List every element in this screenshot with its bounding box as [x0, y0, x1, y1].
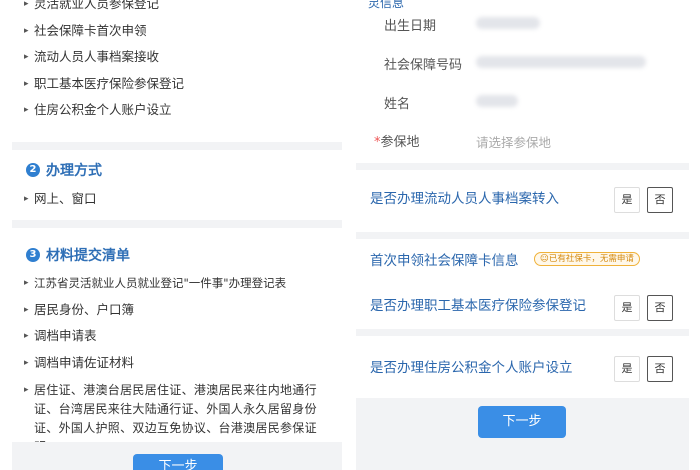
question-housing-fund: 是否办理住房公积金个人账户设立: [370, 360, 573, 376]
matters-list: 灵活就业人员参保登记 社会保障卡首次申领 流动人员人事档案接收 职工基本医疗保险…: [24, 0, 184, 129]
right-panel: 灵信息 出生日期 社会保障号码 姓名 *参保地 请选择参保地 是否办理流动人员人…: [356, 0, 689, 470]
list-item: 住房公积金个人账户设立: [24, 102, 184, 129]
no-button[interactable]: 否: [647, 295, 673, 321]
name-label: 姓名: [384, 97, 411, 112]
section-title-text: 材料提交清单: [46, 248, 130, 264]
section-title-text: 办理方式: [46, 163, 102, 179]
section-title-mode: 2 办理方式: [26, 160, 102, 180]
list-item: 流动人员人事档案接收: [24, 49, 184, 76]
birthdate-label: 出生日期: [384, 19, 437, 34]
mode-list: 网上、窗口: [24, 191, 97, 207]
divider: [12, 142, 342, 150]
insured-place-label: *参保地: [374, 131, 420, 150]
divider: [12, 220, 342, 228]
insured-place-label-text: 参保地: [380, 135, 420, 150]
card-header: 灵信息: [368, 0, 405, 10]
step-2-icon: 2: [26, 163, 40, 177]
step-3-icon: 3: [26, 248, 40, 262]
next-button[interactable]: 下一步: [478, 406, 566, 438]
list-item: 居民身份、户口簿: [24, 302, 329, 318]
info-card: 灵信息 出生日期 社会保障号码 姓名 *参保地 请选择参保地: [356, 0, 689, 163]
social-security-number-label: 社会保障号码: [384, 58, 463, 73]
list-item: 职工基本医疗保险参保登记: [24, 76, 184, 103]
list-item: 调档申请佐证材料: [24, 355, 329, 371]
yes-button[interactable]: 是: [614, 187, 640, 213]
list-item: 社会保障卡首次申领: [24, 23, 184, 50]
no-button[interactable]: 否: [647, 187, 673, 213]
list-item: 网上、窗口: [24, 191, 97, 207]
list-item: 调档申请表: [24, 328, 329, 344]
insured-place-select[interactable]: 请选择参保地: [476, 132, 551, 151]
list-item: 江苏省灵活就业人员就业登记"一件事"办理登记表: [24, 275, 329, 291]
yes-button[interactable]: 是: [614, 295, 640, 321]
status-badge: ☺已有社保卡，无需申请: [534, 252, 640, 266]
card-info-card: 首次申领社会保障卡信息 是否办理职工基本医疗保险参保登记 是 否: [356, 239, 689, 329]
no-button[interactable]: 否: [647, 356, 673, 382]
question-archive-transfer: 是否办理流动人员人事档案转入: [370, 191, 559, 207]
question-card: 是否办理流动人员人事档案转入 是 否: [356, 170, 689, 232]
yes-button[interactable]: 是: [614, 356, 640, 382]
materials-list: 江苏省灵活就业人员就业登记"一件事"办理登记表 居民身份、户口簿 调档申请表 调…: [24, 275, 329, 468]
left-panel: 灵活就业人员参保登记 社会保障卡首次申领 流动人员人事档案接收 职工基本医疗保险…: [0, 0, 347, 470]
card-info-title: 首次申领社会保障卡信息: [370, 253, 519, 269]
name-value: [476, 95, 518, 107]
section-title-materials: 3 材料提交清单: [26, 245, 130, 265]
question-medical-insurance: 是否办理职工基本医疗保险参保登记: [370, 298, 586, 314]
question-card: 是否办理住房公积金个人账户设立 是 否: [356, 336, 689, 398]
next-button[interactable]: 下一步: [133, 454, 223, 470]
birthdate-value: [476, 17, 540, 29]
social-security-number-value: [476, 56, 646, 68]
list-item: 灵活就业人员参保登记: [24, 0, 184, 23]
